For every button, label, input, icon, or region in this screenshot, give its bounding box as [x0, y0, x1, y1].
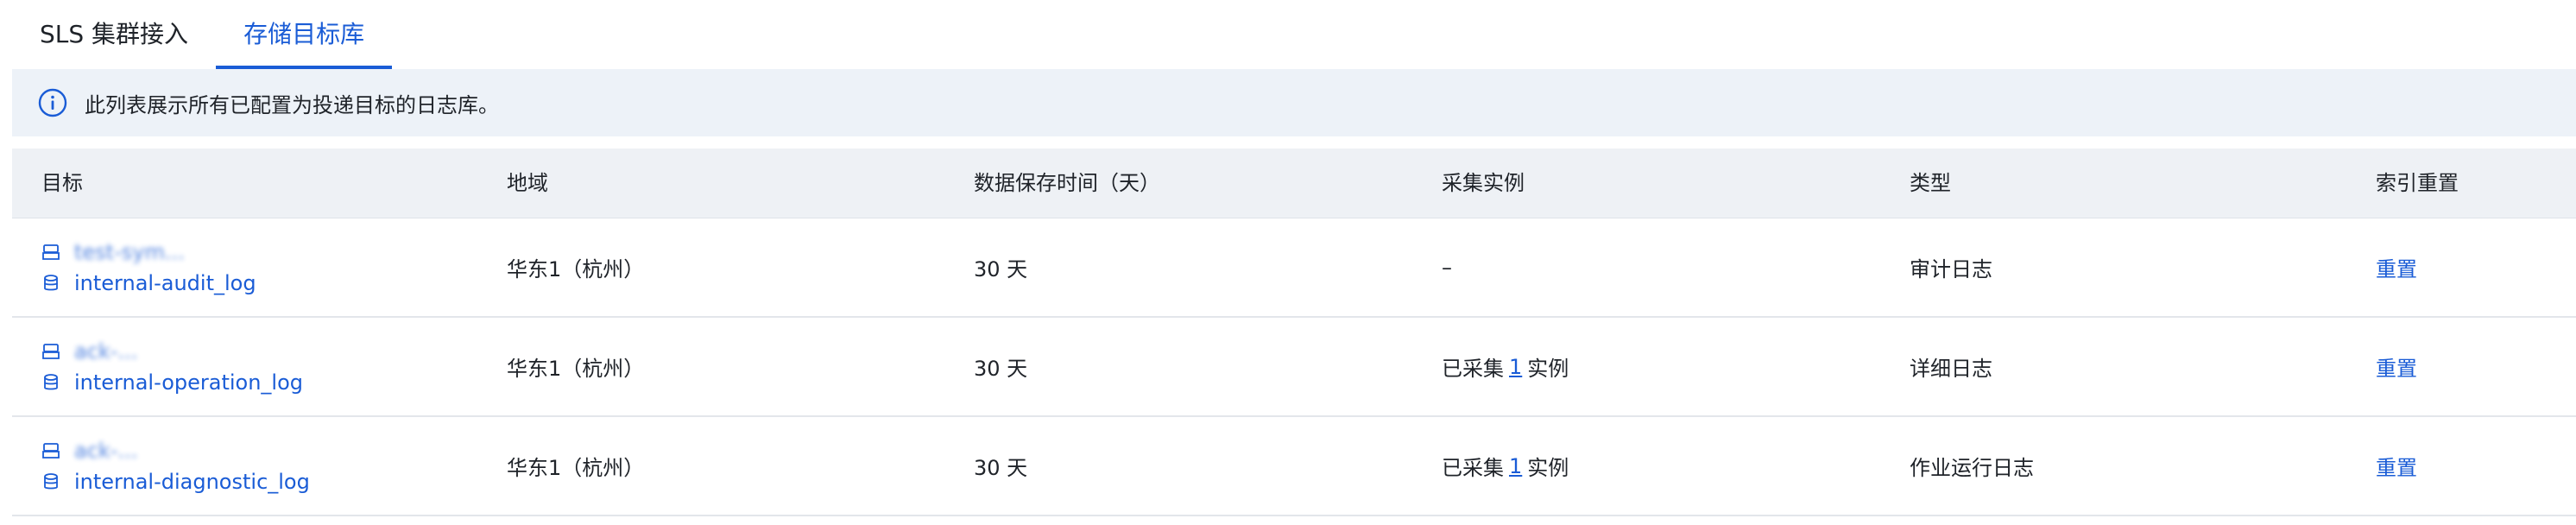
info-icon	[38, 88, 67, 117]
project-line: test-sym...	[41, 238, 185, 266]
tab-sls-cluster-access[interactable]: SLS 集群接入	[12, 0, 216, 69]
type-cell: 作业运行日志	[1910, 456, 2034, 480]
project-icon	[42, 343, 60, 359]
tab-bar: SLS 集群接入 存储目标库	[12, 0, 2576, 69]
column-header-region: 地域	[507, 171, 548, 195]
database-icon	[44, 472, 58, 489]
logstore-line: internal-operation_log	[41, 369, 303, 396]
type-cell: 详细日志	[1910, 357, 1992, 381]
reset-link[interactable]: 重置	[2376, 351, 2417, 382]
reset-cell: 重置	[2376, 318, 2417, 415]
project-icon	[42, 244, 60, 260]
instances-suffix: 实例	[1527, 357, 1569, 381]
logstore-link[interactable]: internal-diagnostic_log	[74, 470, 310, 494]
logstore-link[interactable]: internal-audit_log	[74, 271, 256, 295]
region-cell: 华东1（杭州）	[507, 456, 645, 480]
region-cell: 华东1（杭州）	[507, 257, 645, 281]
instances-prefix: 已采集	[1442, 357, 1504, 381]
database-icon	[44, 373, 58, 389]
logstore-line: internal-diagnostic_log	[41, 468, 310, 496]
info-banner: 此列表展示所有已配置为投递目标的日志库。	[12, 69, 2576, 136]
database-icon	[44, 274, 58, 290]
instances-cell: 已采集 1 实例	[1442, 417, 1569, 515]
instance-count-link[interactable]: 1	[1509, 454, 1522, 478]
project-line: ack-...	[41, 437, 137, 465]
instances-prefix: 已采集	[1442, 456, 1504, 480]
column-header-target: 目标	[41, 171, 83, 195]
column-header-instances: 采集实例	[1442, 171, 1525, 195]
type-cell: 审计日志	[1910, 257, 1992, 281]
instance-count-link[interactable]: 1	[1509, 355, 1522, 379]
retention-cell: 30 天	[974, 357, 1028, 381]
retention-cell: 30 天	[974, 257, 1028, 281]
column-header-index-reset: 索引重置	[2376, 171, 2459, 195]
tab-storage-target-library[interactable]: 存储目标库	[216, 0, 393, 69]
table-row: ack-... internal-operation_log 华东1（杭州） 3…	[12, 318, 2576, 417]
target-cell: ack-... internal-diagnostic_log	[41, 417, 310, 515]
project-link[interactable]: test-sym...	[74, 240, 185, 264]
target-table: 目标 地域 数据保存时间（天） 采集实例 类型 索引重置 test-sym...	[12, 149, 2576, 516]
target-cell: ack-... internal-operation_log	[41, 318, 303, 415]
logstore-line: internal-audit_log	[41, 269, 256, 297]
project-line: ack-...	[41, 338, 137, 365]
table-row: ack-... internal-diagnostic_log 华东1（杭州） …	[12, 417, 2576, 516]
reset-cell: 重置	[2376, 218, 2417, 316]
column-header-type: 类型	[1910, 171, 1951, 195]
logstore-link[interactable]: internal-operation_log	[74, 370, 303, 395]
reset-link[interactable]: 重置	[2376, 451, 2417, 481]
instances-cell: 已采集 1 实例	[1442, 318, 1569, 415]
instances-cell: –	[1442, 218, 1452, 316]
instances-text: –	[1442, 255, 1452, 280]
table-header: 目标 地域 数据保存时间（天） 采集实例 类型 索引重置	[12, 149, 2576, 218]
target-cell: test-sym... internal-audit_log	[41, 218, 256, 316]
project-link[interactable]: ack-...	[74, 439, 137, 463]
table-row: test-sym... internal-audit_log 华东1（杭州） 3…	[12, 218, 2576, 318]
region-cell: 华东1（杭州）	[507, 357, 645, 381]
reset-link[interactable]: 重置	[2376, 252, 2417, 282]
project-icon	[42, 442, 60, 459]
column-header-retention: 数据保存时间（天）	[974, 171, 1160, 195]
project-link[interactable]: ack-...	[74, 339, 137, 364]
instances-suffix: 实例	[1527, 456, 1569, 480]
reset-cell: 重置	[2376, 417, 2417, 515]
banner-text: 此列表展示所有已配置为投递目标的日志库。	[85, 92, 499, 117]
retention-cell: 30 天	[974, 456, 1028, 480]
